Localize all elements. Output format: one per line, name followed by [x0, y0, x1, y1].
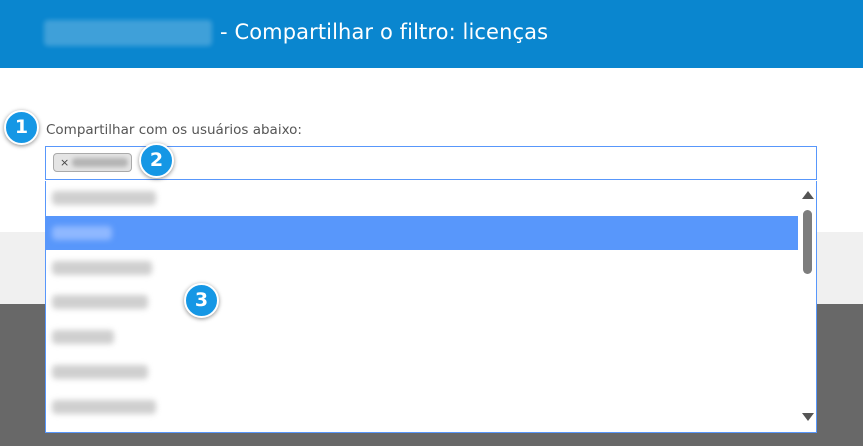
organization-name-redacted	[44, 20, 212, 46]
remove-chip-icon[interactable]: ×	[60, 155, 69, 171]
user-option-highlighted[interactable]	[46, 216, 798, 250]
user-option[interactable]	[46, 320, 798, 354]
user-option[interactable]	[46, 285, 798, 319]
user-option[interactable]	[46, 390, 798, 424]
user-option-name-redacted	[52, 191, 156, 205]
user-option-name-redacted	[52, 226, 112, 240]
page-title: - Compartilhar o filtro: licenças	[220, 20, 549, 44]
user-option-name-redacted	[52, 295, 148, 309]
user-option[interactable]	[46, 251, 798, 285]
scrollbar-thumb[interactable]	[803, 210, 812, 274]
selected-user-chip: ×	[53, 153, 132, 172]
user-option[interactable]	[46, 181, 798, 215]
dropdown-scrollbar[interactable]	[798, 181, 816, 432]
callout-badge-1: 1	[4, 110, 39, 145]
scroll-down-arrow-icon[interactable]	[802, 413, 814, 421]
user-option-name-redacted	[52, 330, 114, 344]
dialog-header: - Compartilhar o filtro: licenças	[0, 0, 863, 68]
user-option-name-redacted	[52, 400, 156, 414]
scroll-up-arrow-icon[interactable]	[802, 191, 814, 199]
callout-badge-2: 2	[139, 143, 174, 178]
user-option[interactable]	[46, 355, 798, 389]
user-option-name-redacted	[52, 365, 148, 379]
user-option-name-redacted	[52, 261, 152, 275]
share-users-label: Compartilhar com os usuários abaixo:	[46, 122, 302, 138]
callout-badge-3: 3	[184, 283, 219, 318]
selected-user-name-redacted	[72, 158, 128, 167]
user-options-dropdown	[45, 181, 817, 433]
